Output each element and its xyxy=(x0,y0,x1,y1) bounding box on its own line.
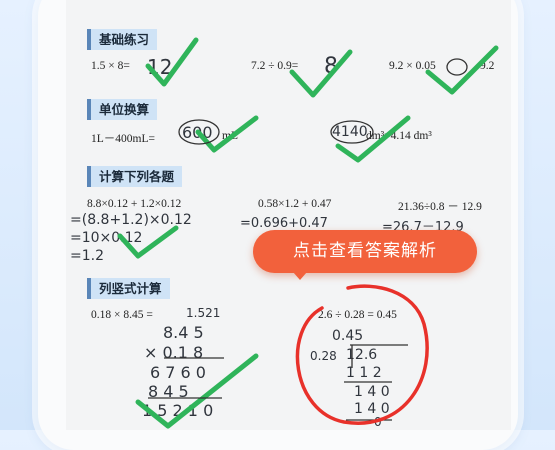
grading-marks xyxy=(117,37,499,429)
check-mark-icon xyxy=(335,115,411,163)
check-mark-icon xyxy=(425,45,499,95)
answer-circle xyxy=(330,120,374,144)
check-mark-icon xyxy=(135,353,259,429)
view-answer-button[interactable]: 点击查看答案解析 xyxy=(253,230,477,280)
check-mark-icon xyxy=(289,49,353,98)
check-mark-icon xyxy=(145,37,199,87)
check-mark-icon xyxy=(195,115,259,153)
check-mark-icon xyxy=(117,225,179,259)
option-circle xyxy=(446,58,468,76)
red-circle-mark xyxy=(295,284,429,425)
